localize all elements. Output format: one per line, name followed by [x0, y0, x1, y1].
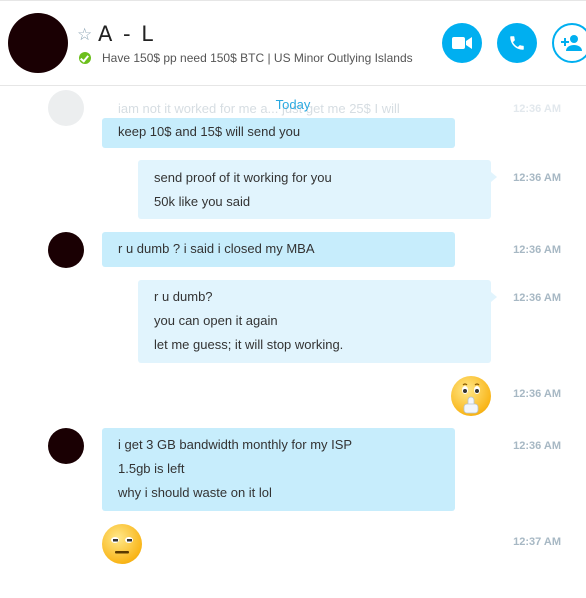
- contact-name[interactable]: A - L: [98, 22, 155, 46]
- message-timestamp: 12:36 AM: [513, 172, 561, 184]
- video-call-button[interactable]: [442, 23, 482, 63]
- message-timestamp: 12:36 AM: [513, 292, 561, 304]
- message-timestamp: 12:37 AM: [513, 536, 561, 548]
- message-text: i get 3 GB bandwidth monthly for my ISP: [118, 437, 353, 452]
- message-text: send proof of it working for you: [154, 170, 332, 185]
- bubble-tail: [491, 292, 497, 302]
- audio-call-icon: [510, 36, 524, 50]
- online-status-icon: [79, 52, 91, 64]
- message-text: r u dumb ? i said i closed my MBA: [118, 241, 315, 256]
- message-text: you can open it again: [154, 313, 278, 328]
- message-timestamp: 12:36 AM: [513, 388, 561, 400]
- shushing-face-icon: [462, 383, 480, 414]
- mood-message: Have 150$ pp need 150$ BTC | US Minor Ou…: [102, 51, 413, 65]
- outgoing-message[interactable]: r u dumb? you can open it again let me g…: [138, 280, 491, 363]
- audio-call-button[interactable]: [497, 23, 537, 63]
- shushing-face-emoji[interactable]: [451, 376, 491, 416]
- incoming-message[interactable]: i get 3 GB bandwidth monthly for my ISP …: [102, 428, 455, 511]
- contact-avatar-small[interactable]: [48, 428, 84, 464]
- message-timestamp: 12:36 AM: [513, 244, 561, 256]
- message-text: 50k like you said: [154, 194, 251, 209]
- contact-avatar[interactable]: [8, 13, 68, 73]
- neutral-face-icon: [111, 537, 133, 554]
- incoming-message[interactable]: r u dumb ? i said i closed my MBA: [102, 232, 455, 267]
- message-text: let me guess; it will stop working.: [154, 337, 344, 352]
- message-text: keep 10$ and 15$ will send you: [118, 124, 301, 139]
- message-text: 1.5gb is left: [118, 461, 185, 476]
- star-icon[interactable]: ☆: [77, 25, 92, 45]
- add-people-icon: [561, 35, 582, 51]
- message-text: r u dumb?: [154, 289, 213, 304]
- add-people-button[interactable]: [552, 23, 586, 63]
- message-history[interactable]: iam not it worked for me a... just get m…: [0, 85, 586, 598]
- incoming-message[interactable]: keep 10$ and 15$ will send you: [102, 118, 455, 148]
- message-text: why i should waste on it lol: [118, 485, 272, 500]
- contact-avatar-small[interactable]: [48, 232, 84, 268]
- bubble-tail: [491, 172, 497, 182]
- video-call-icon: [452, 37, 472, 49]
- message-timestamp: 12:36 AM: [513, 440, 561, 452]
- date-separator: Today: [275, 97, 311, 112]
- conversation-header: ☆ A - L Have 150$ pp need 150$ BTC | US …: [0, 0, 586, 86]
- outgoing-message[interactable]: send proof of it working for you 50k lik…: [138, 160, 491, 219]
- neutral-face-emoji[interactable]: [102, 524, 142, 564]
